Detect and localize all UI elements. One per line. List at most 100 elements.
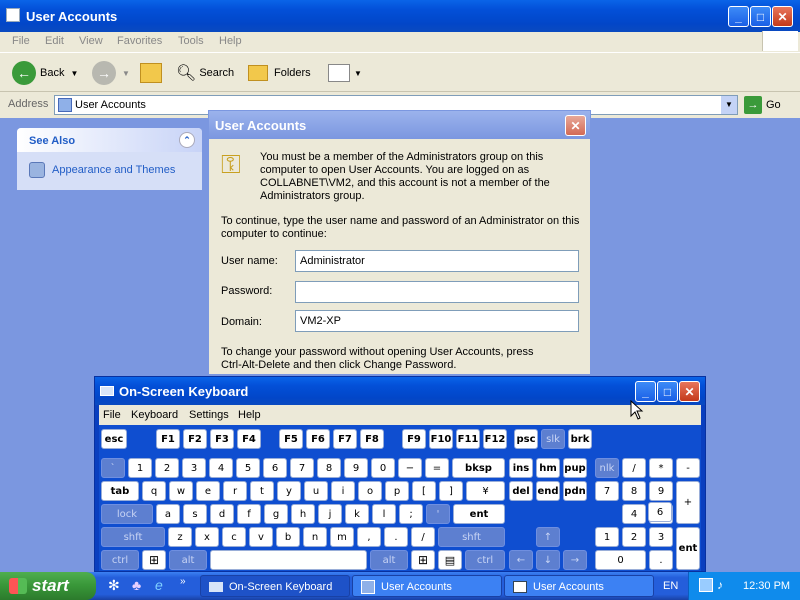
key-q[interactable]: q <box>142 481 166 501</box>
password-input[interactable] <box>295 281 579 303</box>
key-num-enter[interactable]: ent <box>676 527 700 570</box>
key-open-bracket[interactable]: [ <box>412 481 436 501</box>
up-folder-button[interactable] <box>140 61 162 85</box>
key-k[interactable]: k <box>345 504 369 524</box>
key-z[interactable]: z <box>168 527 192 547</box>
key-alt-right[interactable]: alt <box>370 550 408 570</box>
key-c[interactable]: c <box>222 527 246 547</box>
key-close-bracket[interactable]: ] <box>439 481 463 501</box>
collapse-icon[interactable]: ⌃ <box>179 132 195 148</box>
key-3[interactable]: 3 <box>182 458 206 478</box>
key-j[interactable]: j <box>318 504 342 524</box>
dialog-title-bar[interactable]: User Accounts <box>209 111 590 139</box>
quicklaunch-snowflake-icon[interactable]: ✻ <box>108 577 120 594</box>
key-5[interactable]: 5 <box>236 458 260 478</box>
key-esc[interactable]: esc <box>101 429 127 449</box>
key-enter[interactable]: ent <box>453 504 505 524</box>
key-o[interactable]: o <box>358 481 382 501</box>
maximize-button[interactable]: □ <box>750 6 771 27</box>
key-quote[interactable]: ' <box>426 504 450 524</box>
menu-edit[interactable]: Edit <box>45 35 64 47</box>
key-nlk[interactable]: nlk <box>595 458 619 478</box>
forward-button[interactable]: → ▼ <box>92 61 130 85</box>
views-button[interactable]: ▼ <box>328 61 362 85</box>
explorer-title-bar[interactable]: User Accounts <box>0 0 800 32</box>
key-f4[interactable]: F4 <box>237 429 261 449</box>
osk-menu-file[interactable]: File <box>103 409 121 421</box>
back-button[interactable]: ← Back ▼ <box>12 61 78 85</box>
dialog-close-button[interactable]: ✕ <box>565 115 586 136</box>
key-arrow-left[interactable]: ← <box>509 550 533 570</box>
key-end[interactable]: end <box>536 481 560 501</box>
menu-help[interactable]: Help <box>219 35 242 47</box>
key-del[interactable]: del <box>509 481 533 501</box>
key-arrow-down[interactable]: ↓ <box>536 550 560 570</box>
key-period[interactable]: . <box>384 527 408 547</box>
key-b[interactable]: b <box>276 527 300 547</box>
key-backspace[interactable]: bksp <box>452 458 505 478</box>
key-6[interactable]: 6 <box>263 458 287 478</box>
network-icon[interactable] <box>699 578 713 592</box>
osk-menu-settings[interactable]: Settings <box>189 409 229 421</box>
key-brk[interactable]: brk <box>568 429 592 449</box>
key-x[interactable]: x <box>195 527 219 547</box>
key-r[interactable]: r <box>223 481 247 501</box>
key-f6[interactable]: F6 <box>306 429 330 449</box>
key-l[interactable]: l <box>372 504 396 524</box>
key-h[interactable]: h <box>291 504 315 524</box>
key-slk[interactable]: slk <box>541 429 565 449</box>
key-0[interactable]: 0 <box>371 458 395 478</box>
quicklaunch-media-icon[interactable]: ♣ <box>132 577 141 593</box>
key-num-7[interactable]: 7 <box>595 481 619 501</box>
menu-tools[interactable]: Tools <box>178 35 204 47</box>
key-9[interactable]: 9 <box>344 458 368 478</box>
osk-menu-keyboard[interactable]: Keyboard <box>131 409 178 421</box>
task-user-accounts-2[interactable]: User Accounts <box>504 575 654 597</box>
key-pdn[interactable]: pdn <box>563 481 587 501</box>
key-arrow-up[interactable]: ↑ <box>536 527 560 547</box>
language-indicator[interactable]: EN <box>663 580 678 592</box>
key-backtick[interactable]: ` <box>101 458 125 478</box>
key-slash[interactable]: / <box>411 527 435 547</box>
key-num-3[interactable]: 3 <box>649 527 673 547</box>
key-t[interactable]: t <box>250 481 274 501</box>
key-equals[interactable]: = <box>425 458 449 478</box>
key-num-decimal[interactable]: . <box>649 550 673 570</box>
key-num-9[interactable]: 9 <box>649 481 673 501</box>
menu-file[interactable]: File <box>12 35 30 47</box>
key-7[interactable]: 7 <box>290 458 314 478</box>
see-also-header[interactable]: See Also ⌃ <box>17 128 202 152</box>
quicklaunch-ie-icon[interactable]: e <box>155 577 163 593</box>
key-semicolon[interactable]: ; <box>399 504 423 524</box>
key-1[interactable]: 1 <box>128 458 152 478</box>
key-alt-left[interactable]: alt <box>169 550 207 570</box>
key-m[interactable]: m <box>330 527 354 547</box>
username-input[interactable]: Administrator <box>295 250 579 272</box>
key-psc[interactable]: psc <box>514 429 538 449</box>
osk-title-bar[interactable]: On-Screen Keyboard <box>95 377 705 405</box>
key-s[interactable]: s <box>183 504 207 524</box>
key-arrow-right[interactable]: → <box>563 550 587 570</box>
volume-icon[interactable]: ♪ <box>717 578 723 592</box>
key-f9[interactable]: F9 <box>402 429 426 449</box>
key-a[interactable]: a <box>156 504 180 524</box>
key-4[interactable]: 4 <box>209 458 233 478</box>
domain-input[interactable]: VM2-XP <box>295 310 579 332</box>
key-ins[interactable]: ins <box>509 458 533 478</box>
key-shift-right[interactable]: shft <box>438 527 505 547</box>
key-comma[interactable]: , <box>357 527 381 547</box>
osk-close-button[interactable]: ✕ <box>679 381 700 402</box>
osk-menu-help[interactable]: Help <box>238 409 261 421</box>
close-button[interactable]: ✕ <box>772 6 793 27</box>
key-num-1[interactable]: 1 <box>595 527 619 547</box>
start-button[interactable]: start <box>0 572 96 600</box>
menu-view[interactable]: View <box>79 35 103 47</box>
key-y[interactable]: y <box>277 481 301 501</box>
search-button[interactable]: 🔍︎ Search <box>176 61 234 85</box>
key-i[interactable]: i <box>331 481 355 501</box>
go-button[interactable]: → Go <box>744 96 781 114</box>
key-yen[interactable]: ¥ <box>466 481 505 501</box>
key-num-divide[interactable]: / <box>622 458 646 478</box>
key-tab[interactable]: tab <box>101 481 139 501</box>
key-hm[interactable]: hm <box>536 458 560 478</box>
